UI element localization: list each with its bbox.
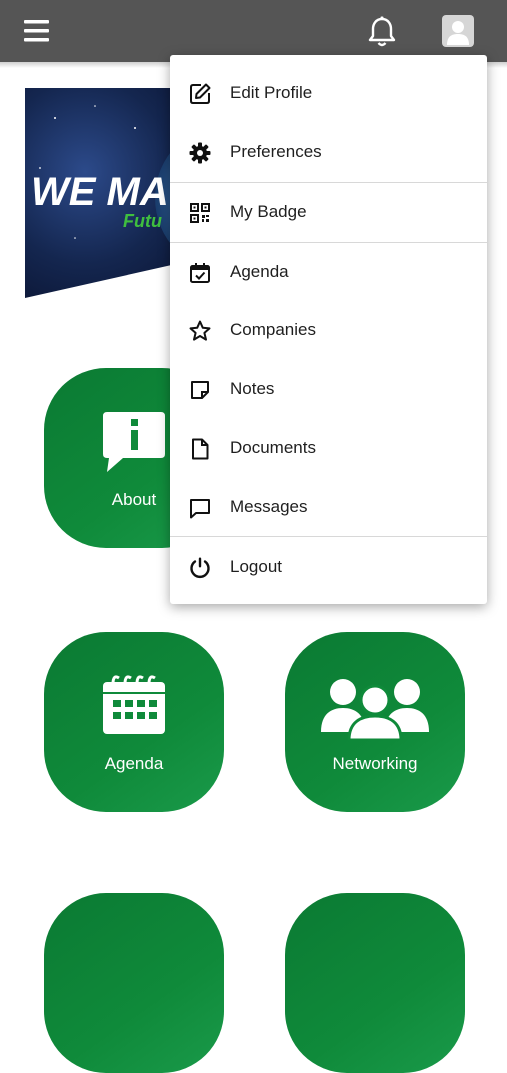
menu-item-edit-profile[interactable]: Edit Profile xyxy=(170,66,487,122)
profile-dropdown-menu: Edit Profile Preferences My Badge Agenda… xyxy=(170,55,487,604)
menu-item-label: Edit Profile xyxy=(230,83,313,102)
banner-text-main: WE MA xyxy=(31,170,169,214)
bell-icon[interactable] xyxy=(366,15,398,49)
gear-icon xyxy=(188,141,212,165)
tile-partial-left[interactable] xyxy=(44,893,224,1073)
menu-item-logout[interactable]: Logout xyxy=(170,540,487,596)
star-icon xyxy=(188,319,212,343)
menu-divider xyxy=(170,242,487,243)
tile-networking-label: Networking xyxy=(332,754,418,773)
menu-item-label: Messages xyxy=(230,497,308,516)
info-chat-icon xyxy=(101,408,167,479)
menu-item-label: Documents xyxy=(230,438,316,457)
tile-agenda-label: Agenda xyxy=(104,754,164,773)
tile-agenda[interactable]: Agenda xyxy=(44,632,224,812)
note-icon xyxy=(188,378,212,402)
calendar-icon xyxy=(101,672,167,743)
menu-item-preferences[interactable]: Preferences xyxy=(170,125,487,181)
menu-item-label: Preferences xyxy=(230,142,322,161)
avatar-icon xyxy=(447,21,469,45)
edit-icon xyxy=(188,82,212,106)
document-icon xyxy=(188,437,212,461)
calendar-check-icon xyxy=(188,261,212,285)
message-icon xyxy=(188,496,212,520)
avatar[interactable] xyxy=(442,15,474,47)
menu-divider xyxy=(170,182,487,183)
menu-item-label: Agenda xyxy=(230,262,289,281)
menu-item-my-badge[interactable]: My Badge xyxy=(170,185,487,241)
menu-divider xyxy=(170,536,487,537)
menu-item-companies[interactable]: Companies xyxy=(170,303,487,359)
menu-item-label: Notes xyxy=(230,379,275,398)
qr-code-icon xyxy=(188,201,212,225)
people-group-icon xyxy=(319,676,431,745)
menu-item-label: Companies xyxy=(230,320,316,339)
menu-item-label: My Badge xyxy=(230,202,307,221)
menu-item-messages[interactable]: Messages xyxy=(170,480,487,536)
top-app-bar xyxy=(0,0,507,62)
menu-item-label: Logout xyxy=(230,557,282,576)
menu-item-agenda[interactable]: Agenda xyxy=(170,245,487,301)
hamburger-icon[interactable] xyxy=(22,18,52,44)
menu-item-notes[interactable]: Notes xyxy=(170,362,487,418)
power-icon xyxy=(188,556,212,580)
banner-text-sub: Futu xyxy=(123,211,162,231)
tile-networking[interactable]: Networking xyxy=(285,632,465,812)
tile-partial-right[interactable] xyxy=(285,893,465,1073)
menu-item-documents[interactable]: Documents xyxy=(170,421,487,477)
